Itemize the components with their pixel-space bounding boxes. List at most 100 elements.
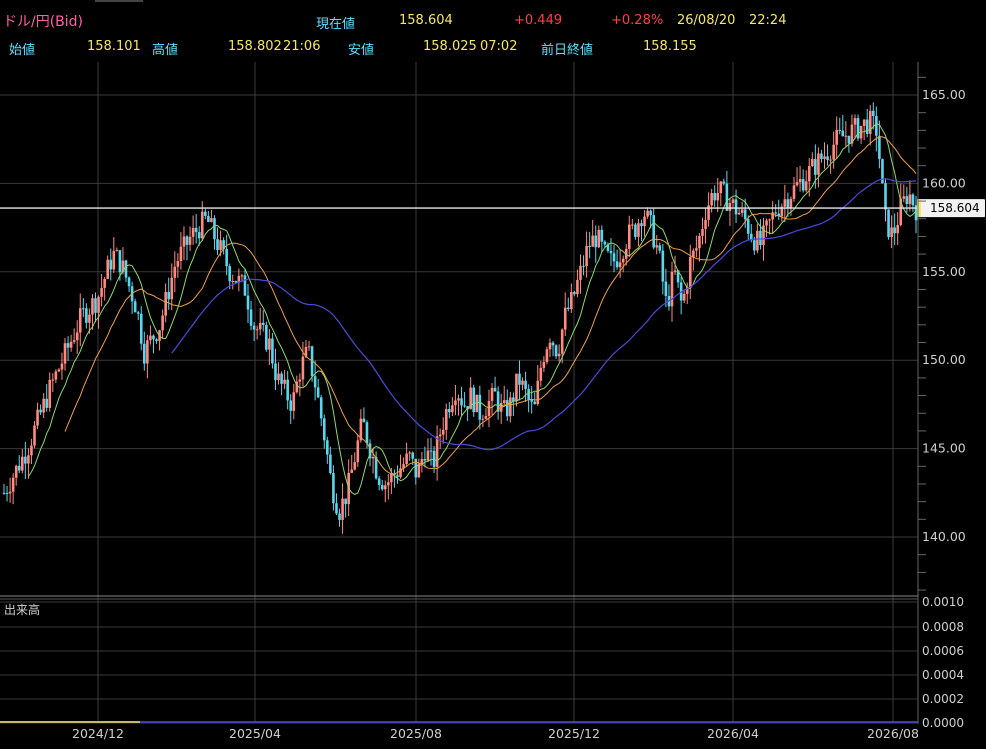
x-tick-label: 2025/12 [548,726,600,741]
candle-body [719,181,723,193]
candle-body [387,482,390,486]
candle-body [902,196,906,199]
x-tick-label: 2026/04 [707,726,759,741]
candle-body [509,397,512,417]
candle-body [600,229,604,242]
candle-body [139,313,143,344]
candle-body [216,239,219,250]
candle-body [557,353,561,357]
candle-body [176,261,180,267]
candle-body [332,473,335,504]
y-tick-label: 140.00 [922,529,966,544]
candle-body [292,392,296,411]
candle-body [502,400,506,403]
candle-body [789,198,793,209]
candle-body [173,266,177,278]
candle-body [835,129,838,145]
candle-body [579,265,582,280]
candle-body [627,224,631,249]
candle-body [374,457,378,479]
candle-body [646,210,649,217]
candle-body [170,277,174,300]
candle-body [249,309,253,326]
candle-body [164,291,167,316]
candle-body [518,373,521,385]
candle-body [210,218,213,222]
candle-body [765,220,768,226]
candle-body [429,450,433,452]
candle-body [112,250,116,270]
candle-body [692,250,695,258]
candle-body [91,298,94,315]
candle-body [490,387,494,401]
candle-body [100,287,103,297]
candle-body [783,199,787,207]
candle-body [551,342,555,346]
candle-body [60,363,64,370]
candle-body [652,215,655,248]
candle-body [231,281,235,283]
candle-body [17,465,21,471]
candle-body [271,338,274,364]
candle-body [30,445,33,456]
candle-body [219,240,222,250]
candle-body [896,225,899,234]
candle-body [637,223,640,237]
candle-body [792,185,796,199]
candle-body [713,193,716,201]
candle-body [365,422,369,444]
candle-body [161,315,164,331]
candle-body [875,116,878,136]
candle-body [277,373,280,381]
candle-body [197,232,201,239]
volume-tick-label: 0.0008 [922,620,964,634]
candle-body [542,361,546,368]
candle-body [444,409,448,430]
candle-body [832,144,835,160]
candle-body [179,246,183,262]
candle-body [338,513,341,520]
candle-body [893,227,896,234]
candle-body [335,503,338,514]
candle-body [213,218,216,240]
candle-body [688,257,692,288]
candle-body [390,473,393,483]
candle-body [539,367,543,381]
price-chart[interactable]: 158.604 165.00 160.00 155.00 150.00 145.00 14… [0,0,986,749]
candle-body [728,202,732,211]
candle-body [524,380,527,389]
candle-body [472,387,476,413]
candle-body [615,261,619,268]
candle-body [14,465,18,478]
candle-body [124,260,128,278]
candle-body [185,236,189,245]
candle-body [710,193,713,206]
candle-body [612,253,616,262]
candle-body [887,209,890,238]
candle-body [252,325,256,330]
candle-body [795,182,799,186]
candle-body [66,343,70,348]
candle-body [228,266,232,282]
candle-body [243,275,247,296]
y-tick-label: 165.00 [922,87,966,102]
candle-body [377,478,381,486]
volume-panel-label: 出来高 [4,602,40,617]
candle-body [670,271,674,307]
candle-body [609,250,613,254]
candle-body [155,339,158,341]
candle-body [716,192,720,201]
candle-body [136,312,140,314]
candle-body [11,477,15,492]
candle-body [286,379,289,401]
candle-body [536,380,540,405]
candle-body [33,425,36,446]
candle-body [313,376,317,388]
candle-body [133,301,137,313]
candle-body [838,129,842,131]
candle-body [826,156,829,161]
candle-body [618,262,622,268]
candle-body [441,429,445,435]
candle-body [438,434,442,437]
candle-body [48,379,52,408]
